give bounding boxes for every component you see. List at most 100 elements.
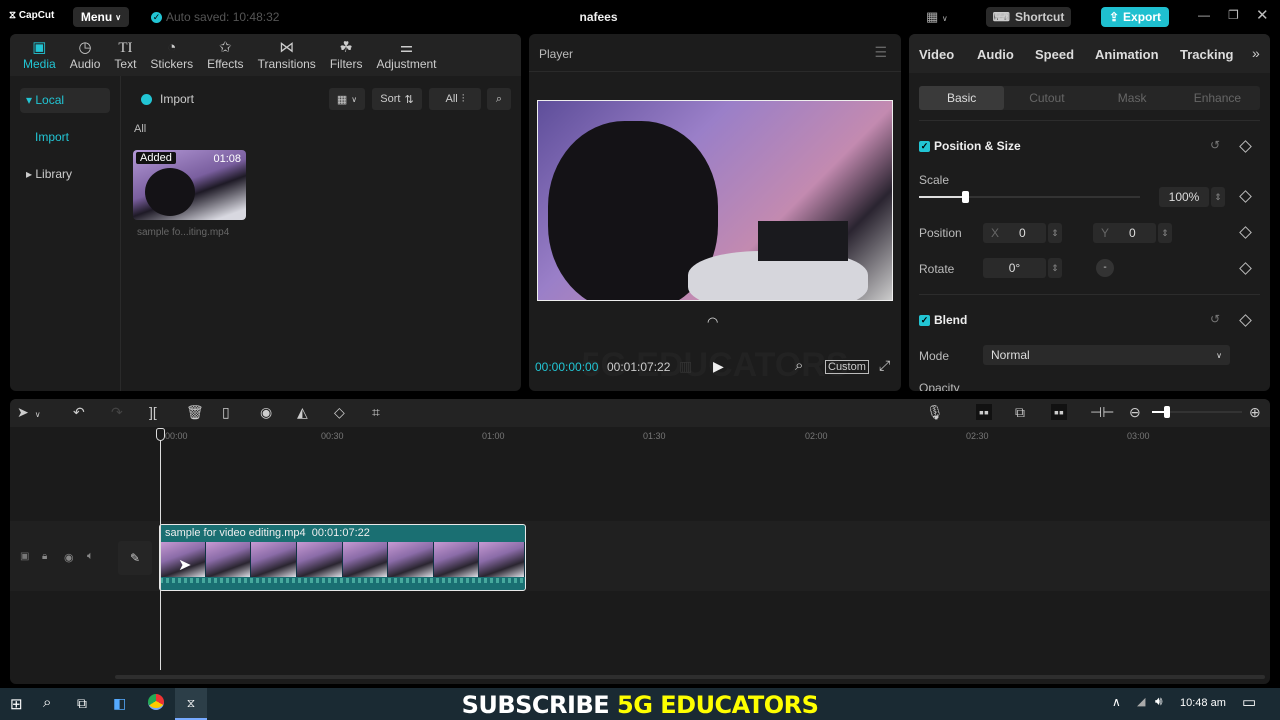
tab-tracking[interactable]: Tracking xyxy=(1180,47,1233,62)
blend-mode-select[interactable]: Normal ∨ xyxy=(983,345,1230,365)
import-button[interactable]: Import xyxy=(134,88,210,110)
auto-snap-icon[interactable]: ⧉ xyxy=(1015,404,1025,421)
sidebar-item-library[interactable]: ▸ Library xyxy=(20,162,110,187)
video-preview[interactable] xyxy=(537,100,893,301)
tab-transitions[interactable]: ⋈ Transitions xyxy=(251,34,323,76)
timeline-zoom-slider[interactable] xyxy=(1152,406,1242,418)
speaker-icon[interactable]: 🔈︎ xyxy=(87,550,94,563)
split-icon[interactable]: ][ xyxy=(149,404,157,420)
zoom-out-icon[interactable]: ⊖ xyxy=(1129,404,1141,421)
rotate-dial[interactable]: - xyxy=(1096,259,1114,277)
tick-label: 03:00 xyxy=(1127,431,1150,441)
tab-audio[interactable]: Audio xyxy=(977,47,1014,62)
fullscreen-icon[interactable]: ⤢ xyxy=(879,357,890,374)
keyframe-icon[interactable] xyxy=(1239,314,1252,327)
tab-speed[interactable]: Speed xyxy=(1035,47,1074,62)
tab-media[interactable]: ▣ Media xyxy=(16,34,63,76)
timeline-scrollbar[interactable] xyxy=(115,675,1265,679)
playhead-handle[interactable] xyxy=(156,428,165,441)
tab-stickers[interactable]: ◔ Stickers xyxy=(143,34,200,76)
subtab-basic[interactable]: Basic xyxy=(919,86,1005,110)
select-tool-icon[interactable]: ➤ ∨ xyxy=(17,404,41,421)
sidebar-item-local[interactable]: ▾ Local xyxy=(20,88,110,113)
zoom-preview-icon[interactable]: ⌕ xyxy=(795,357,803,374)
cover-icon[interactable]: ▣ xyxy=(20,551,29,562)
volume-icon[interactable]: 🔊︎ xyxy=(1155,694,1163,709)
scale-stepper[interactable]: ⇕ xyxy=(1211,187,1225,207)
mirror-icon[interactable]: ◭ xyxy=(297,404,308,421)
layout-icon[interactable]: ▦ ∨ xyxy=(926,9,948,25)
tab-animation[interactable]: Animation xyxy=(1095,47,1159,62)
tab-effects[interactable]: ✩ Effects xyxy=(200,34,250,76)
tab-adjustment[interactable]: ⚌ Adjustment xyxy=(369,34,443,76)
keyframe-icon[interactable] xyxy=(1239,226,1252,239)
keyframe-icon[interactable] xyxy=(1239,262,1252,275)
tab-filters[interactable]: ☘ Filters xyxy=(323,34,370,76)
playhead[interactable] xyxy=(160,428,161,670)
play-button[interactable]: ▶ xyxy=(713,358,724,375)
reset-icon[interactable]: ↺ xyxy=(1210,138,1220,152)
preview-axis-icon[interactable]: ⊣⊢ xyxy=(1090,404,1114,421)
ratio-button[interactable]: Custom xyxy=(825,360,869,374)
maximize-button[interactable]: ❐ xyxy=(1228,8,1239,22)
timeline-grid-icon[interactable]: ▥ xyxy=(679,358,692,375)
freeze-icon[interactable]: ▯ xyxy=(222,404,230,421)
reset-icon[interactable]: ↺ xyxy=(1210,312,1220,326)
lock-icon[interactable]: 🔒︎ xyxy=(42,551,47,562)
scale-slider[interactable] xyxy=(919,191,1140,203)
position-y-input[interactable]: Y0 xyxy=(1093,223,1156,243)
delete-icon[interactable]: 🗑 xyxy=(186,404,204,421)
linkage-icon[interactable]: ▪▪ xyxy=(1051,404,1067,420)
reverse-icon[interactable]: ◉ xyxy=(260,404,272,421)
edit-track-icon[interactable]: ✎ xyxy=(118,541,152,575)
close-button[interactable]: ✕ xyxy=(1256,6,1269,24)
position-x-stepper[interactable]: ⇕ xyxy=(1048,223,1062,243)
redo-icon[interactable]: ↷ xyxy=(111,404,123,421)
zoom-slider-handle[interactable] xyxy=(1164,406,1170,418)
menu-icon[interactable]: ☰ xyxy=(874,44,887,61)
chevron-up-icon[interactable]: ∧ xyxy=(1112,695,1121,709)
position-x-input[interactable]: X0 xyxy=(983,223,1046,243)
video-clip[interactable]: sample for video editing.mp4 00:01:07:22 xyxy=(159,524,526,591)
crop-icon[interactable]: ⌗ xyxy=(372,404,380,421)
effects-icon: ✩ xyxy=(219,39,232,56)
position-y-stepper[interactable]: ⇕ xyxy=(1158,223,1172,243)
eye-icon[interactable]: ◉ xyxy=(64,551,74,564)
tab-video[interactable]: Video xyxy=(919,47,954,62)
player-header: Player ☰ xyxy=(529,34,901,72)
checkbox-icon[interactable]: ✓ xyxy=(919,141,930,153)
rotate-icon[interactable]: ◇ xyxy=(334,404,345,421)
sort-button[interactable]: Sort ⇅ xyxy=(372,88,422,110)
subtab-mask[interactable]: Mask xyxy=(1090,86,1175,110)
scale-slider-handle[interactable] xyxy=(962,191,969,203)
media-thumbnail[interactable]: Added 01:08 xyxy=(133,150,246,220)
sidebar-item-import[interactable]: Import xyxy=(20,125,110,150)
notification-icon[interactable]: ▭ xyxy=(1242,693,1256,711)
search-button[interactable]: ⌕ xyxy=(487,88,511,110)
clock[interactable]: 10:48 am xyxy=(1180,697,1226,709)
main-track-magnet-icon[interactable]: ▪▪ xyxy=(976,404,992,420)
rotate-stepper[interactable]: ⇕ xyxy=(1048,258,1062,278)
subtab-cutout[interactable]: Cutout xyxy=(1004,86,1089,110)
export-button[interactable]: ⇪ Export xyxy=(1101,7,1169,27)
view-toggle[interactable]: ▦ ∨ xyxy=(329,88,365,110)
shortcut-button[interactable]: ⌨ Shortcut xyxy=(986,7,1071,27)
scale-input[interactable]: 100% xyxy=(1159,187,1209,207)
tick-label: 01:30 xyxy=(643,431,666,441)
minimize-button[interactable]: — xyxy=(1198,8,1210,22)
preview-monitor xyxy=(758,221,848,261)
filter-button[interactable]: All ⫶ xyxy=(429,88,481,110)
network-icon[interactable]: ◢ xyxy=(1137,695,1145,708)
tab-text[interactable]: TI Text xyxy=(107,34,143,76)
microphone-icon[interactable]: 🎙 xyxy=(926,404,944,421)
checkbox-icon[interactable]: ✓ xyxy=(919,315,930,327)
zoom-in-icon[interactable]: ⊕ xyxy=(1249,404,1261,421)
tab-audio[interactable]: ◷ Audio xyxy=(63,34,108,76)
keyframe-icon[interactable] xyxy=(1239,190,1252,203)
audio-monitor-icon[interactable]: ◠ xyxy=(707,314,718,330)
subtab-enhance[interactable]: Enhance xyxy=(1175,86,1260,110)
undo-icon[interactable]: ↶ xyxy=(73,404,85,421)
more-tabs-icon[interactable]: » xyxy=(1252,45,1260,61)
rotate-input[interactable]: 0° xyxy=(983,258,1046,278)
keyframe-icon[interactable] xyxy=(1239,140,1252,153)
